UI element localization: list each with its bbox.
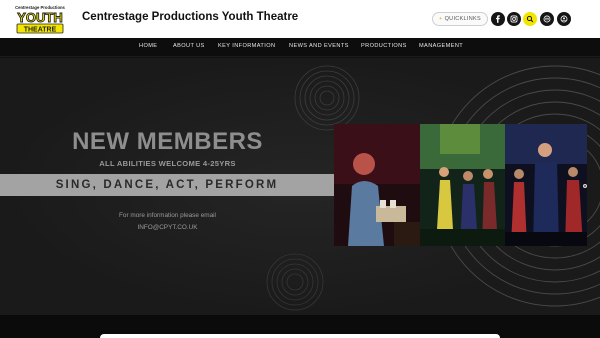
site-logo[interactable]: Centrestage Productions YOUTH THEATRE [4, 3, 76, 35]
quicklinks-label: QUICKLINKS [444, 16, 481, 22]
quicklinks-button[interactable]: + QUICKLINKS [432, 12, 488, 26]
hero-slider: NEW MEMBERS ALL ABILITIES WELCOME 4-25YR… [0, 58, 600, 315]
performer-photo-1 [334, 124, 420, 246]
nav-item-productions[interactable]: PRODUCTIONS [361, 43, 407, 49]
site-header: Centrestage Productions YOUTH THEATRE Ce… [0, 0, 600, 38]
nav-item-management[interactable]: MANAGEMENT [419, 43, 463, 49]
hero-info-text: For more information please email [119, 212, 216, 219]
instagram-icon[interactable] [507, 12, 521, 26]
performer-photo-3 [505, 124, 587, 246]
svg-text:YOUTH: YOUTH [17, 10, 63, 25]
plus-icon: + [439, 16, 443, 22]
nav-item-key-information[interactable]: KEY INFORMATION [218, 43, 275, 49]
content-section [0, 315, 600, 338]
nav-item-home[interactable]: HOME [139, 43, 157, 49]
hero-banner-text: SING, DANCE, ACT, PERFORM [55, 179, 279, 191]
svg-text:THEATRE: THEATRE [24, 26, 57, 33]
search-icon[interactable] [523, 12, 537, 26]
hero-banner: SING, DANCE, ACT, PERFORM [0, 174, 334, 196]
nav-item-about-us[interactable]: ABOUT US [173, 43, 205, 49]
account-icon[interactable] [557, 12, 571, 26]
hero-email-link[interactable]: INFO@CPYT.CO.UK [0, 224, 335, 231]
main-nav: HOME ABOUT US KEY INFORMATION NEWS AND E… [0, 38, 600, 57]
email-icon[interactable] [540, 12, 554, 26]
performer-photo-2 [420, 124, 505, 246]
content-card [100, 334, 500, 338]
site-title[interactable]: Centrestage Productions Youth Theatre [82, 11, 298, 23]
slider-dot[interactable] [583, 184, 587, 188]
hero-headline: NEW MEMBERS [72, 128, 263, 155]
hero-photo-collage [334, 124, 587, 246]
nav-item-news-and-events[interactable]: NEWS AND EVENTS [289, 43, 349, 49]
facebook-icon[interactable] [491, 12, 505, 26]
hero-subhead: ALL ABILITIES WELCOME 4-25YRS [99, 159, 236, 168]
